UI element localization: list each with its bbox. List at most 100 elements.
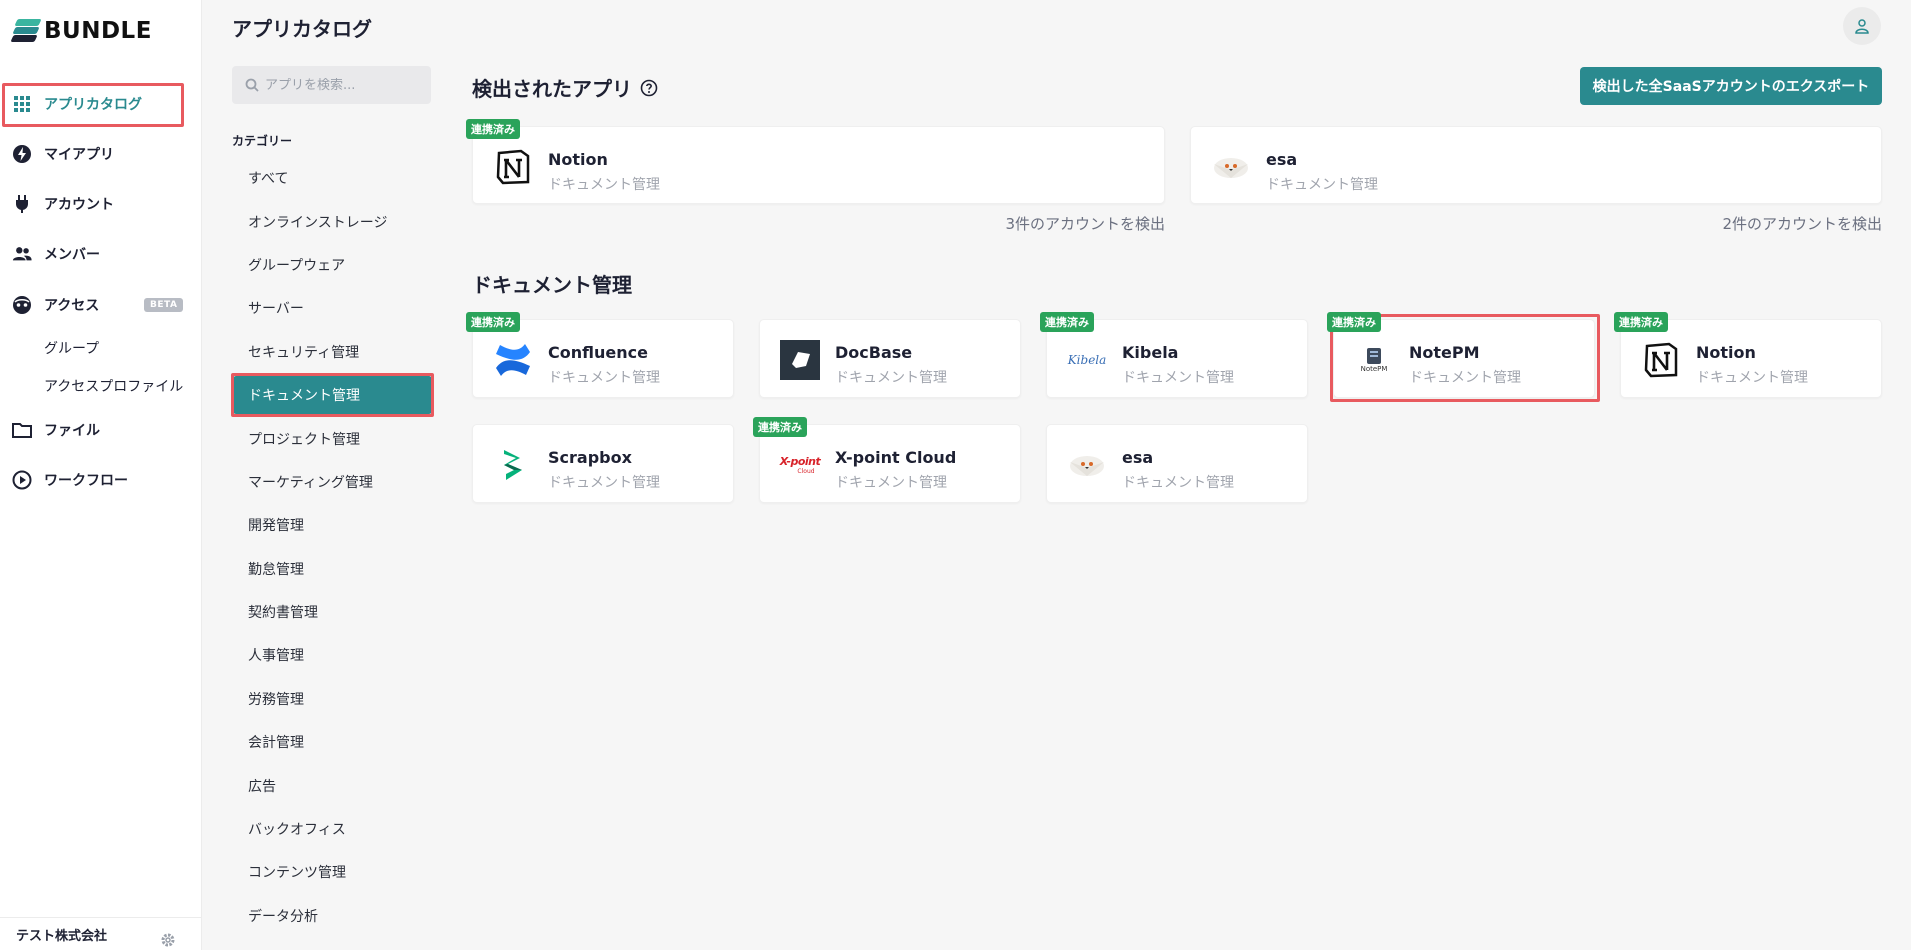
profile-button[interactable] <box>1843 7 1881 45</box>
sidebar-subitem-groups[interactable]: グループ <box>44 338 99 358</box>
sidebar-item-files[interactable]: ファイル <box>0 410 202 450</box>
category-online-storage[interactable]: オンラインストレージ <box>233 203 432 241</box>
bundle-logo[interactable]: BUNDLE <box>10 18 152 44</box>
app-name: Scrapbox <box>548 448 632 467</box>
sidebar-subitem-access-profiles[interactable]: アクセスプロファイル <box>44 376 183 396</box>
app-name: Notion <box>1696 343 1756 362</box>
app-category: ドキュメント管理 <box>1696 370 1808 386</box>
category-labor[interactable]: 労務管理 <box>233 680 432 718</box>
esa-logo <box>1209 145 1253 189</box>
play-circle-icon <box>12 470 32 490</box>
category-advertising[interactable]: 広告 <box>233 767 432 805</box>
category-attendance[interactable]: 勤怠管理 <box>233 550 432 588</box>
app-card-notion[interactable]: 連携済み Notion ドキュメント管理 <box>1614 312 1882 398</box>
linked-badge: 連携済み <box>1040 312 1094 332</box>
app-card-xpoint-cloud[interactable]: 連携済み X-point Cloud X-point Cloud ドキュメント管… <box>753 417 1021 503</box>
category-security[interactable]: セキュリティ管理 <box>233 333 432 371</box>
notepm-logo: NotePM <box>1352 338 1396 382</box>
user-icon <box>1855 19 1869 34</box>
page-title: アプリカタログ <box>232 17 372 41</box>
app-category: ドキュメント管理 <box>548 475 660 491</box>
highlight-box <box>231 373 434 417</box>
category-back-office[interactable]: バックオフィス <box>233 810 432 848</box>
linked-badge: 連携済み <box>466 312 520 332</box>
app-card-kibela[interactable]: 連携済み Kibela Kibela ドキュメント管理 <box>1040 312 1308 398</box>
app-name: Kibela <box>1122 343 1179 362</box>
detected-apps-title: 検出されたアプリ <box>472 73 658 102</box>
app-category: ドキュメント管理 <box>1122 370 1234 386</box>
app-name: Confluence <box>548 343 648 362</box>
company-name: テスト株式会社 <box>16 928 108 944</box>
sidebar-item-access[interactable]: アクセス BETA <box>0 285 202 325</box>
category-document-management[interactable]: ドキュメント管理 <box>231 373 434 417</box>
highlight-box <box>2 83 184 127</box>
sidebar-item-label: マイアプリ <box>44 147 114 163</box>
sidebar-item-accounts[interactable]: アカウント <box>0 184 202 224</box>
account-count: 3件のアカウントを検出 <box>1005 215 1165 233</box>
sidebar-item-label: ファイル <box>44 423 100 439</box>
category-marketing[interactable]: マーケティング管理 <box>233 463 432 501</box>
xpoint-logo-subtext: Cloud <box>797 468 815 475</box>
sidebar-item-workflow[interactable]: ワークフロー <box>0 460 202 500</box>
app-card-docbase[interactable]: DocBase ドキュメント管理 <box>759 319 1021 398</box>
category-accounting[interactable]: 会計管理 <box>233 723 432 761</box>
linked-badge: 連携済み <box>466 119 520 139</box>
sidebar-item-members[interactable]: メンバー <box>0 234 202 274</box>
account-count: 2件のアカウントを検出 <box>1722 215 1882 233</box>
sidebar-item-label: アカウント <box>44 197 114 213</box>
kibela-logo-text: Kibela <box>1067 353 1107 367</box>
sidebar-item-my-apps[interactable]: マイアプリ <box>0 134 202 174</box>
category-data-analysis[interactable]: データ分析 <box>233 897 432 935</box>
notepm-logo-text: NotePM <box>1360 365 1388 373</box>
search-input[interactable] <box>265 77 415 93</box>
app-card-esa[interactable]: esa ドキュメント管理 <box>1046 424 1308 503</box>
doc-management-title: ドキュメント管理 <box>472 273 632 297</box>
export-accounts-button[interactable]: 検出した全SaaSアカウントのエクスポート <box>1580 67 1882 105</box>
app-card-esa-detected[interactable]: esa ドキュメント管理 <box>1190 126 1882 204</box>
app-card-confluence[interactable]: 連携済み Confluence ドキュメント管理 <box>466 312 734 398</box>
sidebar-item-app-catalog[interactable]: アプリカタログ <box>0 83 202 127</box>
category-content[interactable]: コンテンツ管理 <box>233 853 432 891</box>
help-icon[interactable] <box>640 79 658 97</box>
notion-logo <box>1639 338 1683 382</box>
company-footer: テスト株式会社 <box>0 917 202 950</box>
app-card-scrapbox[interactable]: Scrapbox ドキュメント管理 <box>472 424 734 503</box>
gear-icon[interactable] <box>160 932 176 950</box>
sidebar-item-label: メンバー <box>44 247 100 263</box>
app-name: esa <box>1122 448 1154 467</box>
brand-name: BUNDLE <box>44 18 152 44</box>
linked-badge: 連携済み <box>1327 312 1381 332</box>
xpoint-logo-text: X-point <box>779 455 821 468</box>
category-header: カテゴリー <box>232 134 293 148</box>
confluence-logo <box>491 338 535 382</box>
xpoint-logo: X-point Cloud <box>778 443 822 487</box>
face-icon <box>12 295 32 315</box>
category-development[interactable]: 開発管理 <box>233 506 432 544</box>
category-project-management[interactable]: プロジェクト管理 <box>233 420 432 458</box>
app-name: X-point Cloud <box>835 448 957 467</box>
app-name: Notion <box>548 150 608 169</box>
app-name: DocBase <box>835 343 913 362</box>
search-icon <box>245 78 259 92</box>
people-icon <box>12 244 32 264</box>
category-groupware[interactable]: グループウェア <box>233 246 432 284</box>
linked-badge: 連携済み <box>1614 312 1668 332</box>
sidebar-item-label: ワークフロー <box>44 473 128 489</box>
category-hr[interactable]: 人事管理 <box>233 636 432 674</box>
category-server[interactable]: サーバー <box>233 289 432 327</box>
notion-logo <box>491 145 535 189</box>
app-category: ドキュメント管理 <box>548 370 660 386</box>
plug-icon <box>12 194 32 214</box>
search-box[interactable] <box>232 66 431 104</box>
docbase-logo <box>778 338 822 382</box>
category-contracts[interactable]: 契約書管理 <box>233 593 432 631</box>
category-all[interactable]: すべて <box>233 159 432 197</box>
app-name: NotePM <box>1409 343 1480 362</box>
app-card-notepm[interactable]: 連携済み NotePM NotePM ドキュメント管理 <box>1327 312 1600 402</box>
app-category: ドキュメント管理 <box>1266 177 1378 193</box>
app-category: ドキュメント管理 <box>1409 370 1521 386</box>
sidebar: BUNDLE アプリカタログ マイアプリ アカウント メンバー アクセス BET… <box>0 0 202 950</box>
sidebar-item-label: アクセス <box>44 298 100 314</box>
app-card-notion-detected[interactable]: 連携済み Notion ドキュメント管理 <box>466 119 1165 204</box>
esa-logo <box>1065 443 1109 487</box>
